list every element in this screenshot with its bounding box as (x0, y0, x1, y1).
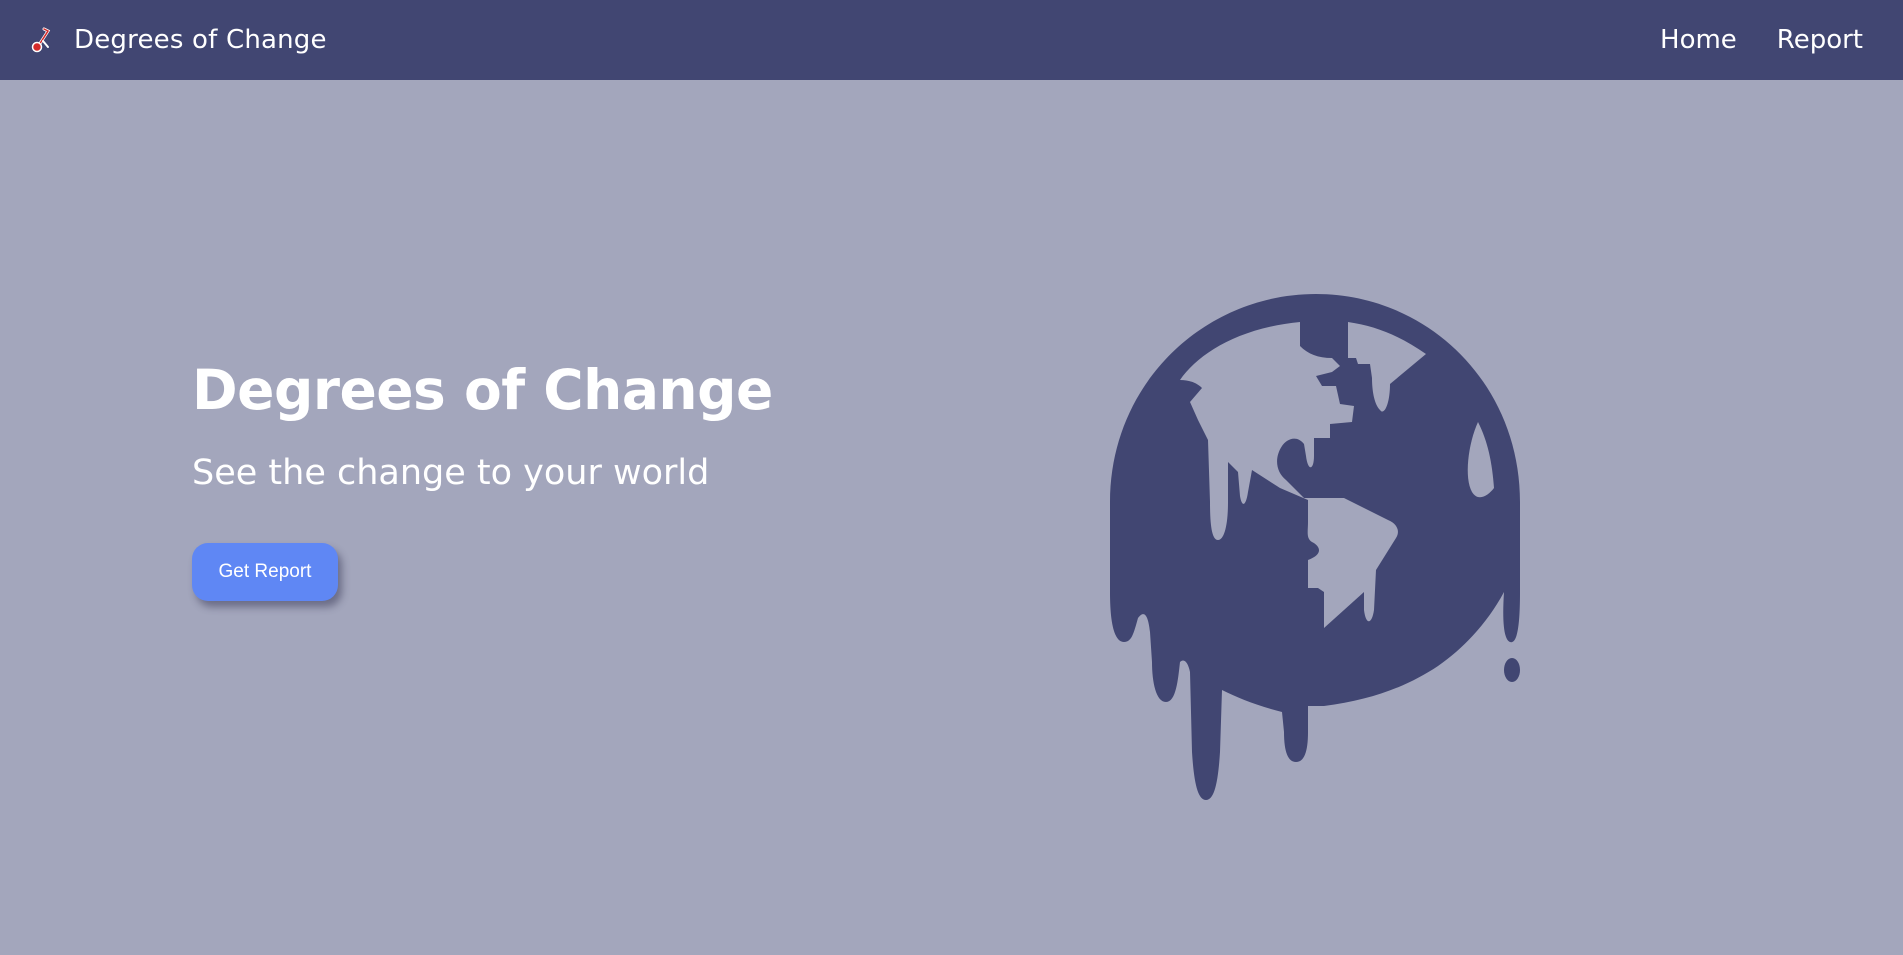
brand-name: Degrees of Change (74, 25, 327, 55)
nav-links: Home Report (1620, 25, 1873, 55)
top-navbar: Degrees of Change Home Report (0, 0, 1903, 80)
melting-globe-icon (1108, 292, 1524, 800)
thermometer-icon (30, 27, 54, 53)
brand-link[interactable]: Degrees of Change (30, 25, 327, 55)
nav-link-home[interactable]: Home (1660, 25, 1737, 55)
melting-globe-graphic (1110, 294, 1520, 800)
get-report-button[interactable]: Get Report (192, 543, 338, 601)
hero-title: Degrees of Change (192, 358, 773, 422)
nav-link-report[interactable]: Report (1777, 25, 1863, 55)
hero-section: Degrees of Change See the change to your… (192, 355, 892, 601)
hero-subtitle: See the change to your world (192, 453, 710, 493)
